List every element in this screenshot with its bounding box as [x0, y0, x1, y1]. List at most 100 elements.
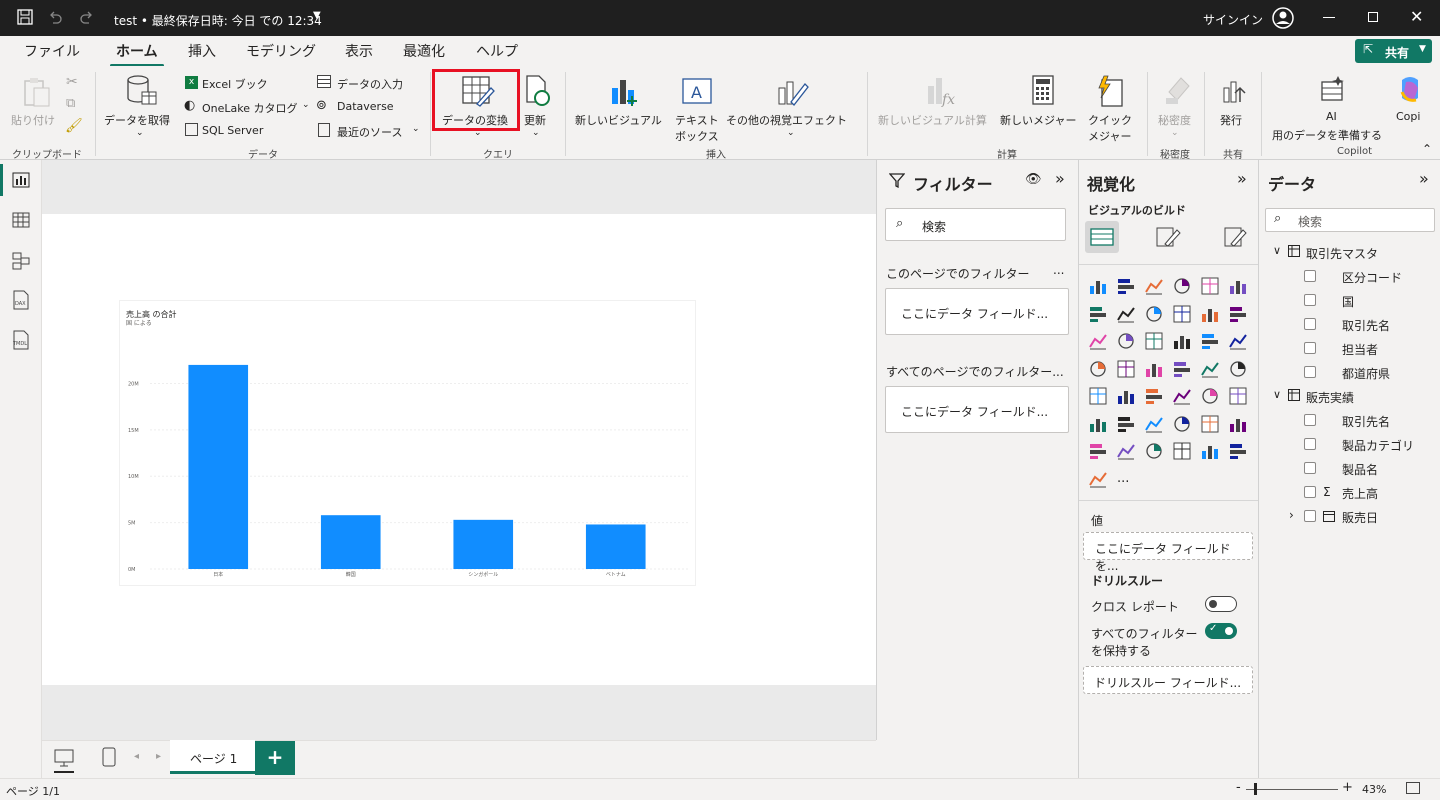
add-page-button[interactable]: + — [255, 741, 295, 775]
collapse-ribbon-icon[interactable]: ⌃ — [1422, 142, 1432, 156]
field-checkbox[interactable] — [1304, 510, 1316, 522]
visual-type-icon[interactable] — [1144, 276, 1164, 296]
visual-type-icon[interactable] — [1172, 331, 1192, 351]
more-visuals-ellipsis[interactable]: ... — [1117, 471, 1129, 486]
field-name[interactable]: 製品名 — [1342, 461, 1378, 478]
expand-table-icon[interactable]: ∨ — [1273, 388, 1281, 401]
textbox-button[interactable]: テキスト — [675, 112, 719, 128]
visual-type-icon[interactable] — [1116, 386, 1136, 406]
visual-type-icon[interactable] — [1172, 304, 1192, 324]
zoom-slider-track[interactable] — [1246, 789, 1338, 790]
onelake-button[interactable]: OneLake カタログ — [202, 100, 298, 116]
quick-measure-button[interactable]: クイック — [1088, 112, 1132, 128]
all-pages-drop-zone[interactable]: ここにデータ フィールド... — [885, 386, 1069, 433]
field-name[interactable]: 区分コード — [1342, 269, 1402, 286]
dataverse-button[interactable]: Dataverse — [337, 100, 394, 113]
field-name[interactable]: 販売日 — [1342, 509, 1378, 526]
visual-type-icon[interactable] — [1200, 276, 1220, 296]
visual-type-icon[interactable] — [1088, 386, 1108, 406]
more-visuals-button[interactable]: その他の視覚エフェクト — [726, 112, 847, 128]
field-checkbox[interactable] — [1304, 462, 1316, 474]
collapse-viz-icon[interactable]: » — [1237, 169, 1247, 188]
this-page-drop-zone[interactable]: ここにデータ フィールド... — [885, 288, 1069, 335]
menu-optimize[interactable]: 最適化 — [403, 41, 445, 61]
transform-data-button[interactable]: データの変換 — [442, 112, 508, 128]
fit-to-page-icon[interactable] — [1406, 782, 1420, 794]
bar-chart-visual[interactable]: 売上高 の合計 国 による 0M 5M 10M 15M 20M 日本 韓国 シンガポール ベトナ… — [119, 300, 696, 586]
visual-type-icon[interactable] — [1228, 386, 1248, 406]
tmdl-view-icon[interactable]: TMDL — [12, 330, 30, 350]
sensitivity-dropdown-icon[interactable]: ⌄ — [1171, 128, 1179, 138]
visual-type-icon[interactable] — [1200, 386, 1220, 406]
field-name[interactable]: 取引先名 — [1342, 317, 1390, 334]
refresh-button[interactable]: 更新 — [524, 112, 546, 128]
field-name[interactable]: 担当者 — [1342, 341, 1378, 358]
page-tab-1[interactable]: ページ 1 — [170, 740, 255, 774]
collapse-data-icon[interactable]: » — [1419, 169, 1429, 188]
visual-type-icon[interactable] — [1088, 414, 1108, 434]
visual-type-icon[interactable] — [1116, 331, 1136, 351]
new-visual-button[interactable]: 新しいビジュアル — [575, 112, 662, 128]
field-checkbox[interactable] — [1304, 366, 1316, 378]
bar[interactable] — [188, 364, 249, 569]
field-checkbox[interactable] — [1304, 438, 1316, 450]
maximize-icon[interactable] — [1368, 12, 1378, 22]
menu-insert[interactable]: 挿入 — [188, 41, 216, 61]
visual-type-icon[interactable] — [1088, 331, 1108, 351]
visual-type-icon[interactable] — [1116, 304, 1136, 324]
eye-icon[interactable]: 👁 — [1025, 172, 1042, 187]
visual-type-icon[interactable] — [1200, 331, 1220, 351]
new-measure-button[interactable]: 新しいメジャー — [1000, 112, 1076, 128]
visual-type-icon[interactable] — [1228, 359, 1248, 379]
build-visual-tab[interactable] — [1085, 221, 1119, 253]
visual-type-icon[interactable] — [1172, 441, 1192, 461]
model-view-icon[interactable] — [12, 252, 30, 270]
field-name[interactable]: 製品カテゴリ — [1342, 437, 1414, 454]
get-data-dropdown-icon[interactable]: ⌄ — [136, 128, 144, 138]
transform-dropdown-icon[interactable]: ⌄ — [474, 128, 482, 138]
copilot-button[interactable]: Copi — [1396, 110, 1420, 123]
save-icon[interactable] — [17, 9, 33, 25]
ai-data-button[interactable]: AI — [1326, 110, 1337, 123]
visual-type-icon[interactable] — [1116, 414, 1136, 434]
field-name[interactable]: 取引先名 — [1342, 413, 1390, 430]
expand-table-icon[interactable]: ∨ — [1273, 244, 1281, 257]
visual-type-icon[interactable] — [1228, 276, 1248, 296]
visual-type-icon[interactable] — [1228, 331, 1248, 351]
zoom-slider-thumb[interactable] — [1254, 783, 1257, 795]
visual-type-icon[interactable] — [1144, 386, 1164, 406]
visual-type-icon[interactable] — [1088, 359, 1108, 379]
visual-type-icon[interactable] — [1200, 441, 1220, 461]
visual-type-icon[interactable] — [1228, 441, 1248, 461]
publish-button[interactable]: 発行 — [1220, 112, 1242, 128]
analytics-icon[interactable] — [1223, 226, 1247, 248]
table-name[interactable]: 販売実績 — [1306, 389, 1354, 406]
mobile-layout-icon[interactable] — [102, 747, 116, 767]
minimize-icon[interactable] — [1323, 17, 1335, 18]
cross-report-toggle[interactable] — [1205, 596, 1237, 612]
visual-type-icon[interactable] — [1228, 304, 1248, 324]
visual-type-icon[interactable] — [1144, 359, 1164, 379]
visual-type-icon[interactable] — [1088, 441, 1108, 461]
menu-view[interactable]: 表示 — [345, 41, 373, 61]
table-name[interactable]: 取引先マスタ — [1306, 245, 1378, 262]
visual-type-icon[interactable] — [1088, 469, 1108, 489]
visual-type-icon[interactable] — [1144, 304, 1164, 324]
field-checkbox[interactable] — [1304, 270, 1316, 282]
collapse-filters-icon[interactable]: » — [1055, 169, 1065, 188]
format-visual-icon[interactable] — [1155, 226, 1181, 248]
this-page-more-icon[interactable]: ... — [1053, 263, 1064, 277]
visual-type-icon[interactable] — [1172, 359, 1192, 379]
dax-query-view-icon[interactable]: DAX — [12, 290, 30, 310]
recent-sources-dropdown-icon[interactable]: ⌄ — [412, 124, 420, 134]
visual-type-icon[interactable] — [1172, 276, 1192, 296]
sensitivity-button[interactable]: 秘密度 — [1158, 112, 1191, 128]
zoom-out-button[interactable]: - — [1236, 780, 1241, 795]
keep-filters-toggle[interactable]: ✓ — [1205, 623, 1237, 639]
field-name[interactable]: 売上高 — [1342, 485, 1378, 502]
next-page-icon[interactable]: ▸ — [156, 751, 161, 762]
visual-type-icon[interactable] — [1144, 441, 1164, 461]
table-view-icon[interactable] — [12, 212, 30, 228]
field-checkbox[interactable] — [1304, 342, 1316, 354]
field-checkbox[interactable] — [1304, 414, 1316, 426]
